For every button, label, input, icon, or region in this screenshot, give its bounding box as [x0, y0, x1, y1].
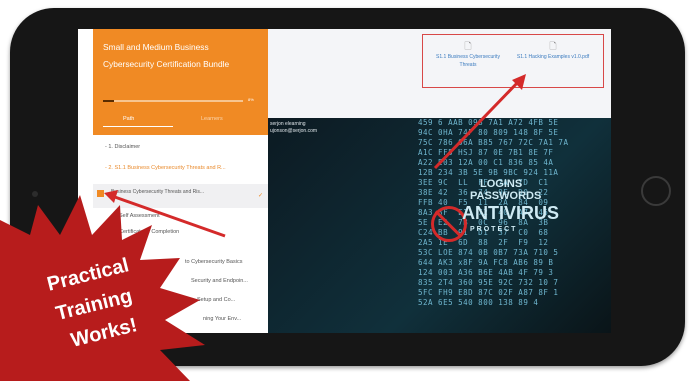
arrow-to-downloads: [433, 78, 522, 170]
badge-text: Practical Training Works!: [0, 254, 200, 352]
